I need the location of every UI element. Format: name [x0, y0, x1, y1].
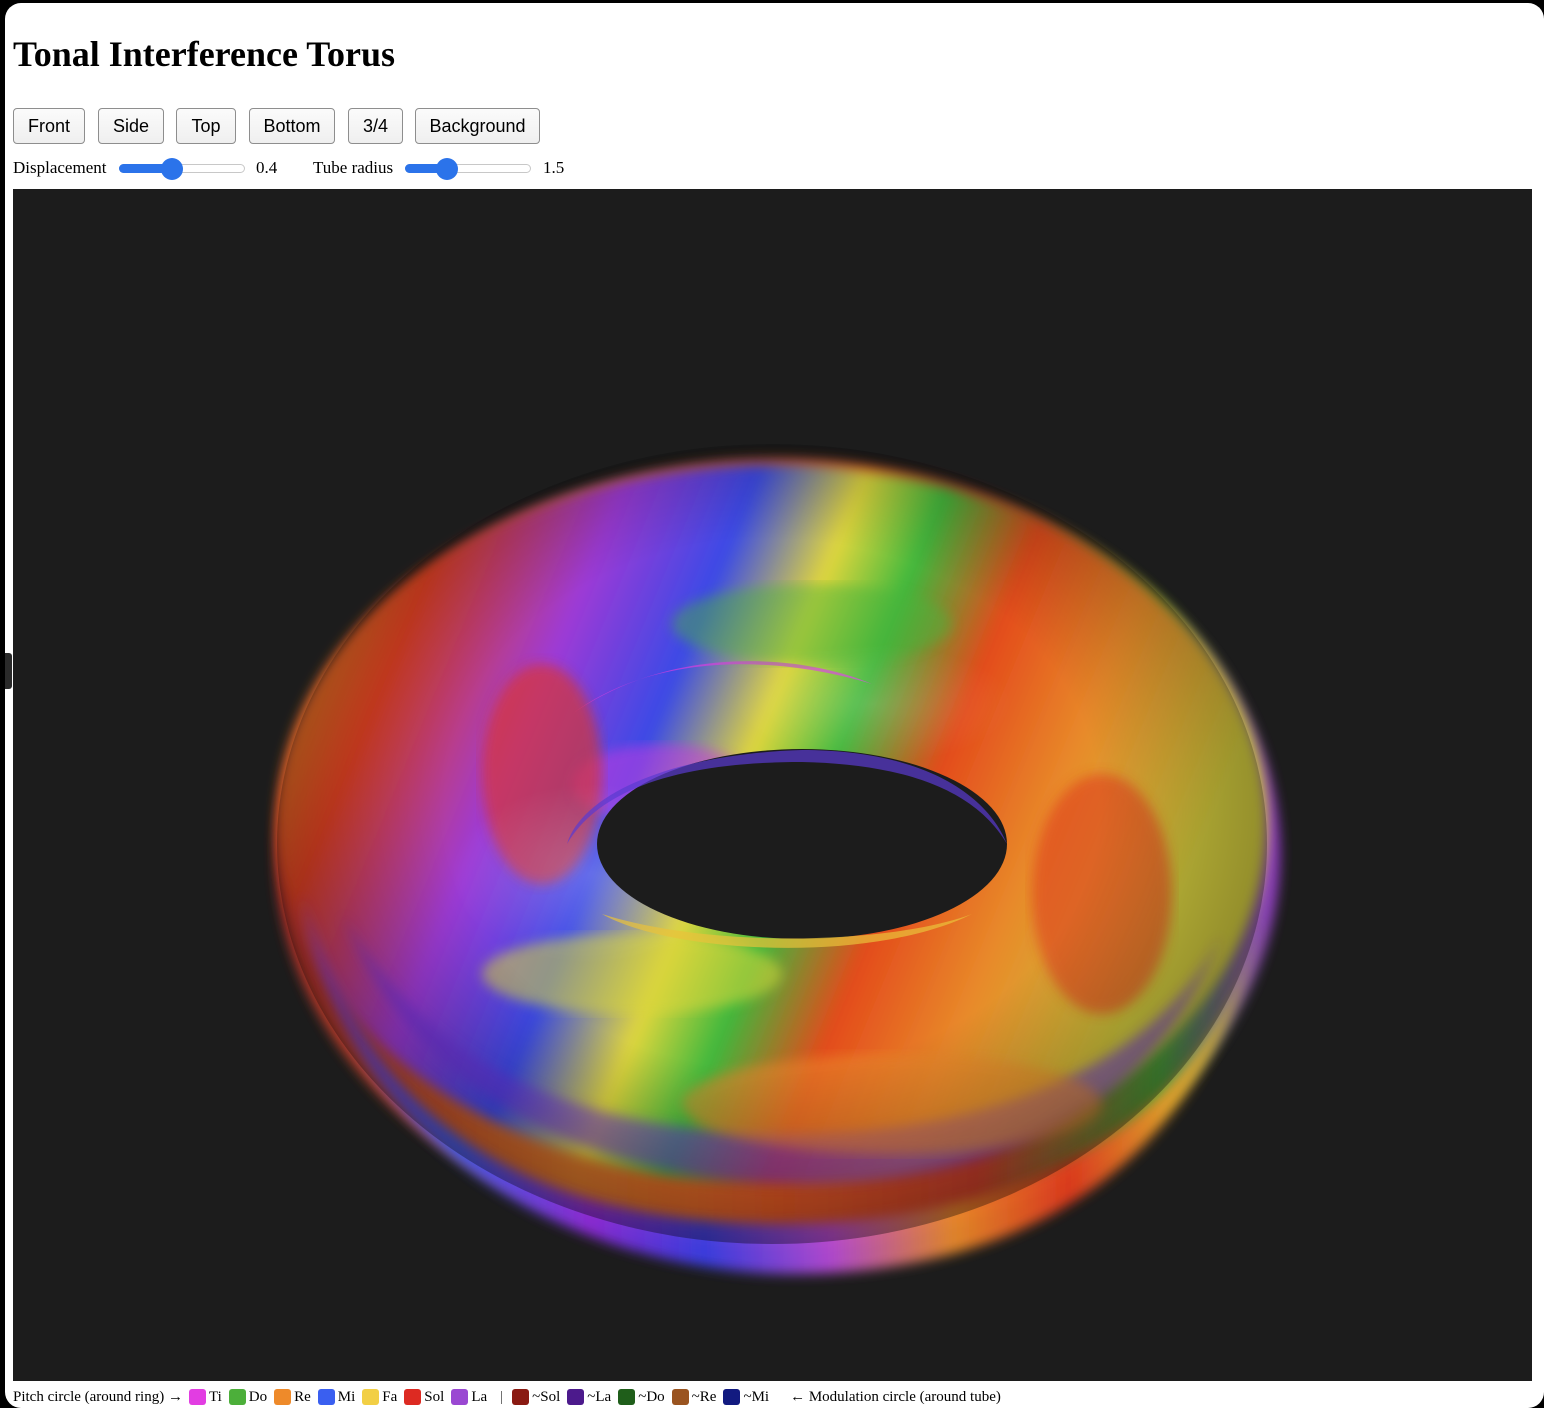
tube-radius-label: Tube radius — [313, 158, 394, 177]
legend-pitch-item: Mi — [317, 1388, 356, 1406]
slider-thumb[interactable] — [436, 158, 458, 180]
legend-item-label: Re — [294, 1388, 311, 1405]
bottom-view-button[interactable]: Bottom — [249, 108, 335, 144]
legend-item-label: ~Mi — [743, 1388, 770, 1405]
legend-item-label: Ti — [208, 1388, 222, 1405]
legend-item-label: Sol — [424, 1388, 445, 1405]
legend-item-label: ~Sol — [532, 1388, 561, 1405]
legend-modulation-item: ~Mi — [723, 1389, 769, 1406]
legend-swatch — [317, 1389, 335, 1405]
legend-pitch-item: La — [451, 1389, 487, 1406]
displacement-slider[interactable] — [119, 158, 245, 180]
legend-item-label: Mi — [337, 1388, 356, 1405]
legend-item-label: La — [471, 1388, 488, 1405]
top-view-button[interactable]: Top — [176, 108, 236, 144]
legend-swatch — [567, 1389, 585, 1405]
tube-radius-slider[interactable] — [405, 158, 531, 180]
legend-pitch-item: Ti — [188, 1388, 222, 1406]
legend-modulation-item: ~Re — [671, 1388, 717, 1406]
legend-item-label: Fa — [382, 1388, 398, 1405]
displacement-value: 0.4 — [256, 158, 278, 177]
legend-modulation-label: ← Modulation circle (around tube) — [790, 1388, 1001, 1405]
legend-item-label: ~Re — [691, 1388, 717, 1405]
legend-swatch — [362, 1389, 380, 1405]
legend: Pitch circle (around ring) → Ti Do Re Mi Fa So… — [13, 1387, 1001, 1407]
legend-pitch-label: Pitch circle (around ring) → — [13, 1388, 183, 1405]
legend-swatch — [671, 1389, 689, 1405]
three-quarter-view-button[interactable]: 3/4 — [348, 108, 403, 144]
legend-swatch — [618, 1389, 636, 1405]
legend-swatch — [723, 1389, 741, 1405]
background-toggle-button[interactable]: Background — [415, 108, 540, 144]
legend-modulation-item: ~Do — [618, 1388, 665, 1406]
legend-modulation-item: ~Sol — [512, 1389, 560, 1406]
legend-item-label: ~Do — [638, 1388, 665, 1405]
legend-separator: | — [500, 1388, 504, 1405]
front-view-button[interactable]: Front — [13, 108, 85, 144]
legend-item-label: ~La — [587, 1388, 612, 1405]
legend-pitch-item: Sol — [404, 1389, 444, 1406]
legend-item-label: Do — [248, 1388, 268, 1405]
side-view-button[interactable]: Side — [98, 108, 164, 144]
legend-swatch — [274, 1389, 292, 1405]
legend-pitch-item: Re — [274, 1389, 311, 1406]
legend-swatch — [512, 1389, 530, 1405]
tube-radius-value: 1.5 — [543, 158, 565, 177]
torus-render — [276, 444, 1280, 1274]
legend-swatch — [451, 1389, 469, 1405]
page-title: Tonal Interference Torus — [13, 34, 396, 74]
legend-swatch — [188, 1389, 206, 1405]
legend-swatch — [228, 1389, 246, 1405]
legend-pitch-item: Do — [228, 1388, 268, 1406]
legend-swatch — [404, 1389, 422, 1405]
window-edge-handle — [5, 653, 12, 689]
legend-modulation-item: ~La — [567, 1389, 611, 1406]
app-window: Tonal Interference Torus Front Side Top … — [5, 3, 1544, 1408]
slider-thumb[interactable] — [161, 158, 183, 180]
displacement-label: Displacement — [13, 158, 107, 177]
legend-pitch-item: Fa — [362, 1389, 397, 1406]
3d-viewport[interactable] — [13, 189, 1532, 1381]
